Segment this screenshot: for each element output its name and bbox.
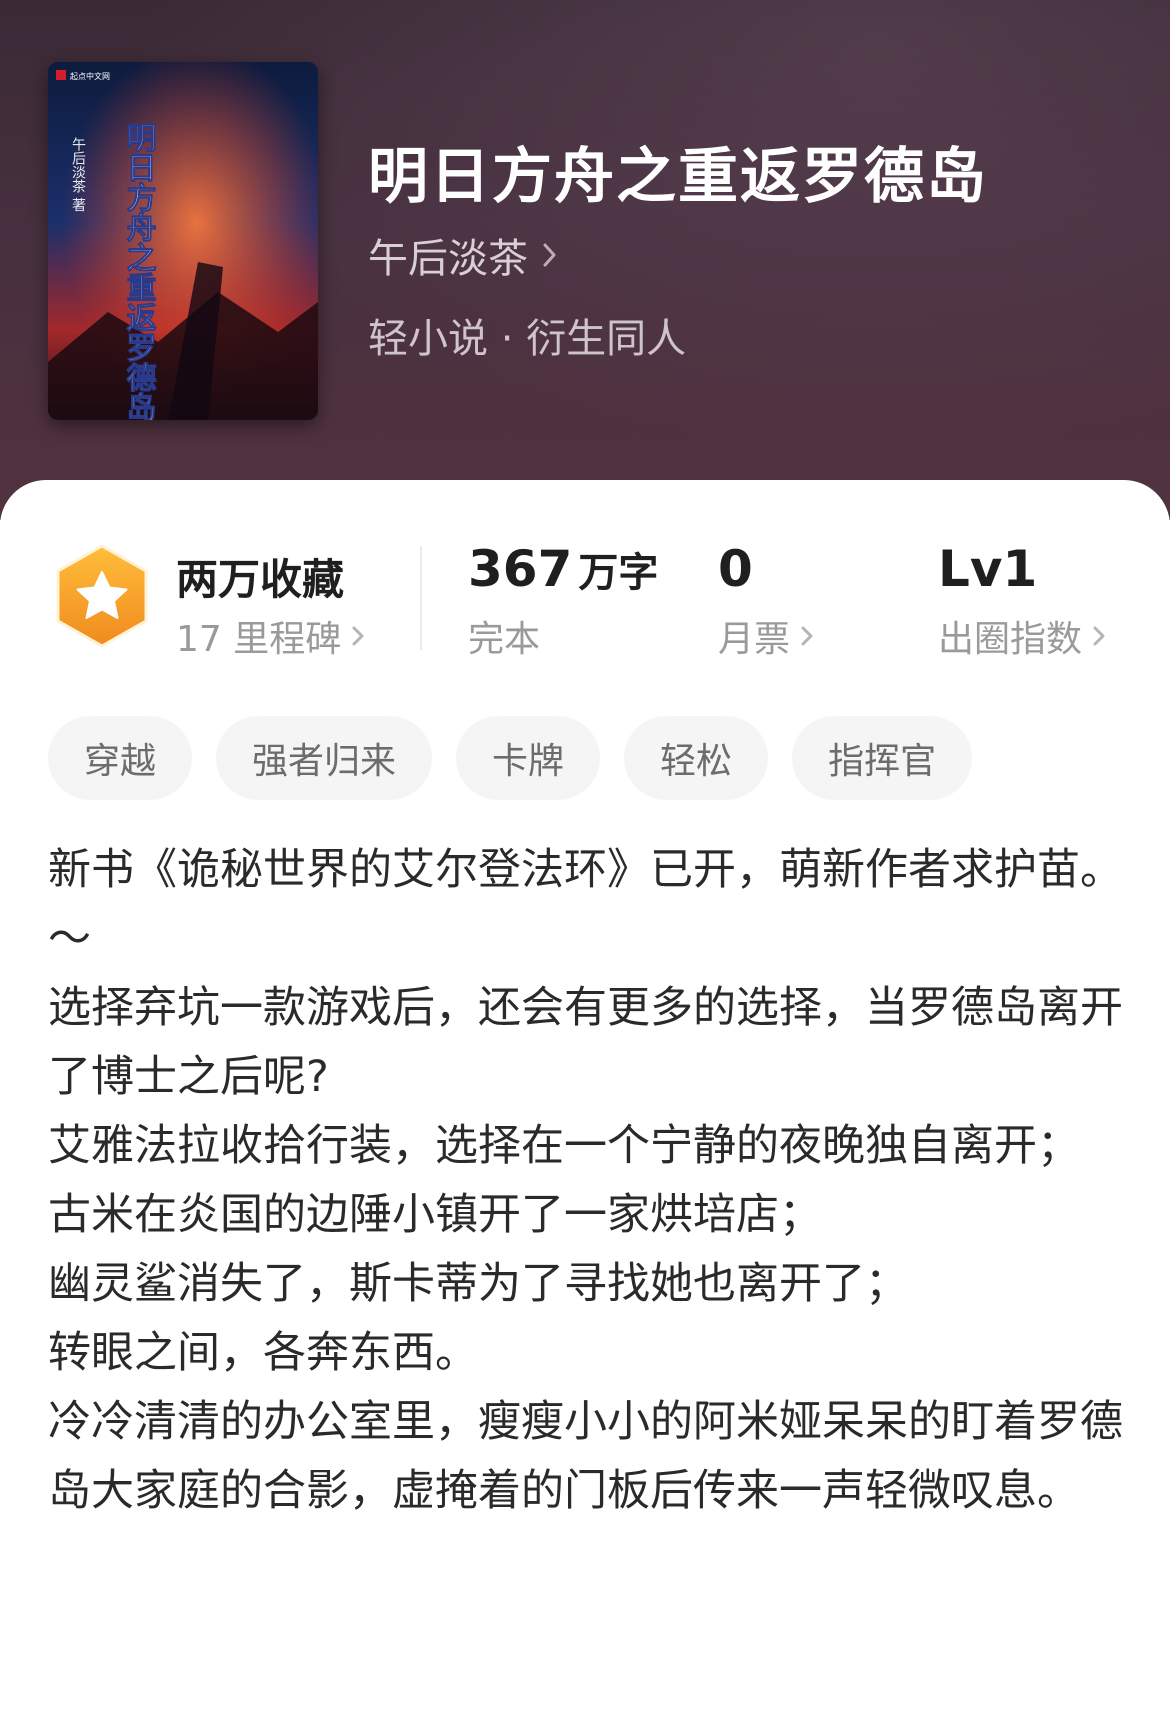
collection-title: 两万收藏 [176,555,345,604]
word-count-unit: 万字 [578,550,659,596]
monthly-ticket-label: 月票 [718,619,791,660]
milestone-link[interactable]: 17 里程碑 [176,610,365,662]
monthly-ticket-value: 0 [718,540,753,598]
word-count-value: 367 [468,540,573,598]
description-line: ～ [48,914,91,964]
tag-list: 穿越 强者归来 卡牌 轻松 指挥官 [48,716,973,800]
monthly-ticket-count: 0 [718,540,753,598]
tag-chip[interactable]: 轻松 [624,716,769,800]
breakout-index-label: 出圈指数 [938,619,1083,660]
star-hexagon-icon [50,542,154,650]
description-line: 选择弃坑一款游戏后，还会有更多的选择，当罗德岛离开了博士之后呢? [48,983,1123,1102]
breakout-index-link[interactable]: 出圈指数 [938,610,1106,662]
book-detail-card: 两万收藏 17 里程碑 367 万字 完本 0 月票 Lv1 出圈指数 穿越 强者… [0,480,1170,1736]
chevron-right-icon [1092,624,1106,648]
completion-status: 完本 [468,610,540,662]
author-name: 午后淡茶 [368,236,528,282]
tag-chip[interactable]: 指挥官 [792,716,973,800]
completion-label: 完本 [468,619,541,660]
word-count: 367 万字 [468,540,658,598]
book-genre: 轻小说 · 衍生同人 [368,316,687,362]
chevron-right-icon [542,241,558,269]
description-line: 艾雅法拉收拾行装，选择在一个宁静的夜晚独自离开； [48,1121,1080,1171]
author-link[interactable]: 午后淡茶 [368,226,558,284]
description-line: 新书《诡秘世界的艾尔登法环》已开，萌新作者求护苗。 [48,845,1123,895]
breakout-level: Lv1 [938,540,1037,598]
stats-divider [420,546,422,650]
cover-author-text: 午后淡茶 著 [70,137,86,212]
tag-chip[interactable]: 强者归来 [216,716,433,800]
description-line: 转眼之间，各奔东西。 [48,1328,478,1378]
tag-chip[interactable]: 卡牌 [456,716,601,800]
description-line: 幽灵鲨消失了，斯卡蒂为了寻找她也离开了； [48,1259,908,1309]
milestone-label: 17 里程碑 [176,619,342,660]
monthly-ticket-link[interactable]: 月票 [718,610,814,662]
cover-publisher-mark: 起点中文网 [70,71,110,81]
book-title: 明日方舟之重返罗德岛 [368,142,988,212]
cover-title-text: 明日方舟之重返罗德岛 [121,122,157,420]
book-cover[interactable]: 起点中文网 午后淡茶 著 明日方舟之重返罗德岛 [48,62,318,420]
description-line: 冷冷清清的办公室里，瘦瘦小小的阿米娅呆呆的盯着罗德岛大家庭的合影，虚掩着的门板后… [48,1397,1123,1516]
chevron-right-icon [351,624,365,648]
tag-chip[interactable]: 穿越 [48,716,193,800]
description-line: 古米在炎国的边陲小镇开了一家烘培店； [48,1190,822,1240]
book-description[interactable]: 新书《诡秘世界的艾尔登法环》已开，萌新作者求护苗。 ～ 选择弃坑一款游戏后，还会… [48,836,1128,1526]
chevron-right-icon [800,624,814,648]
breakout-level-value: Lv1 [938,540,1038,598]
